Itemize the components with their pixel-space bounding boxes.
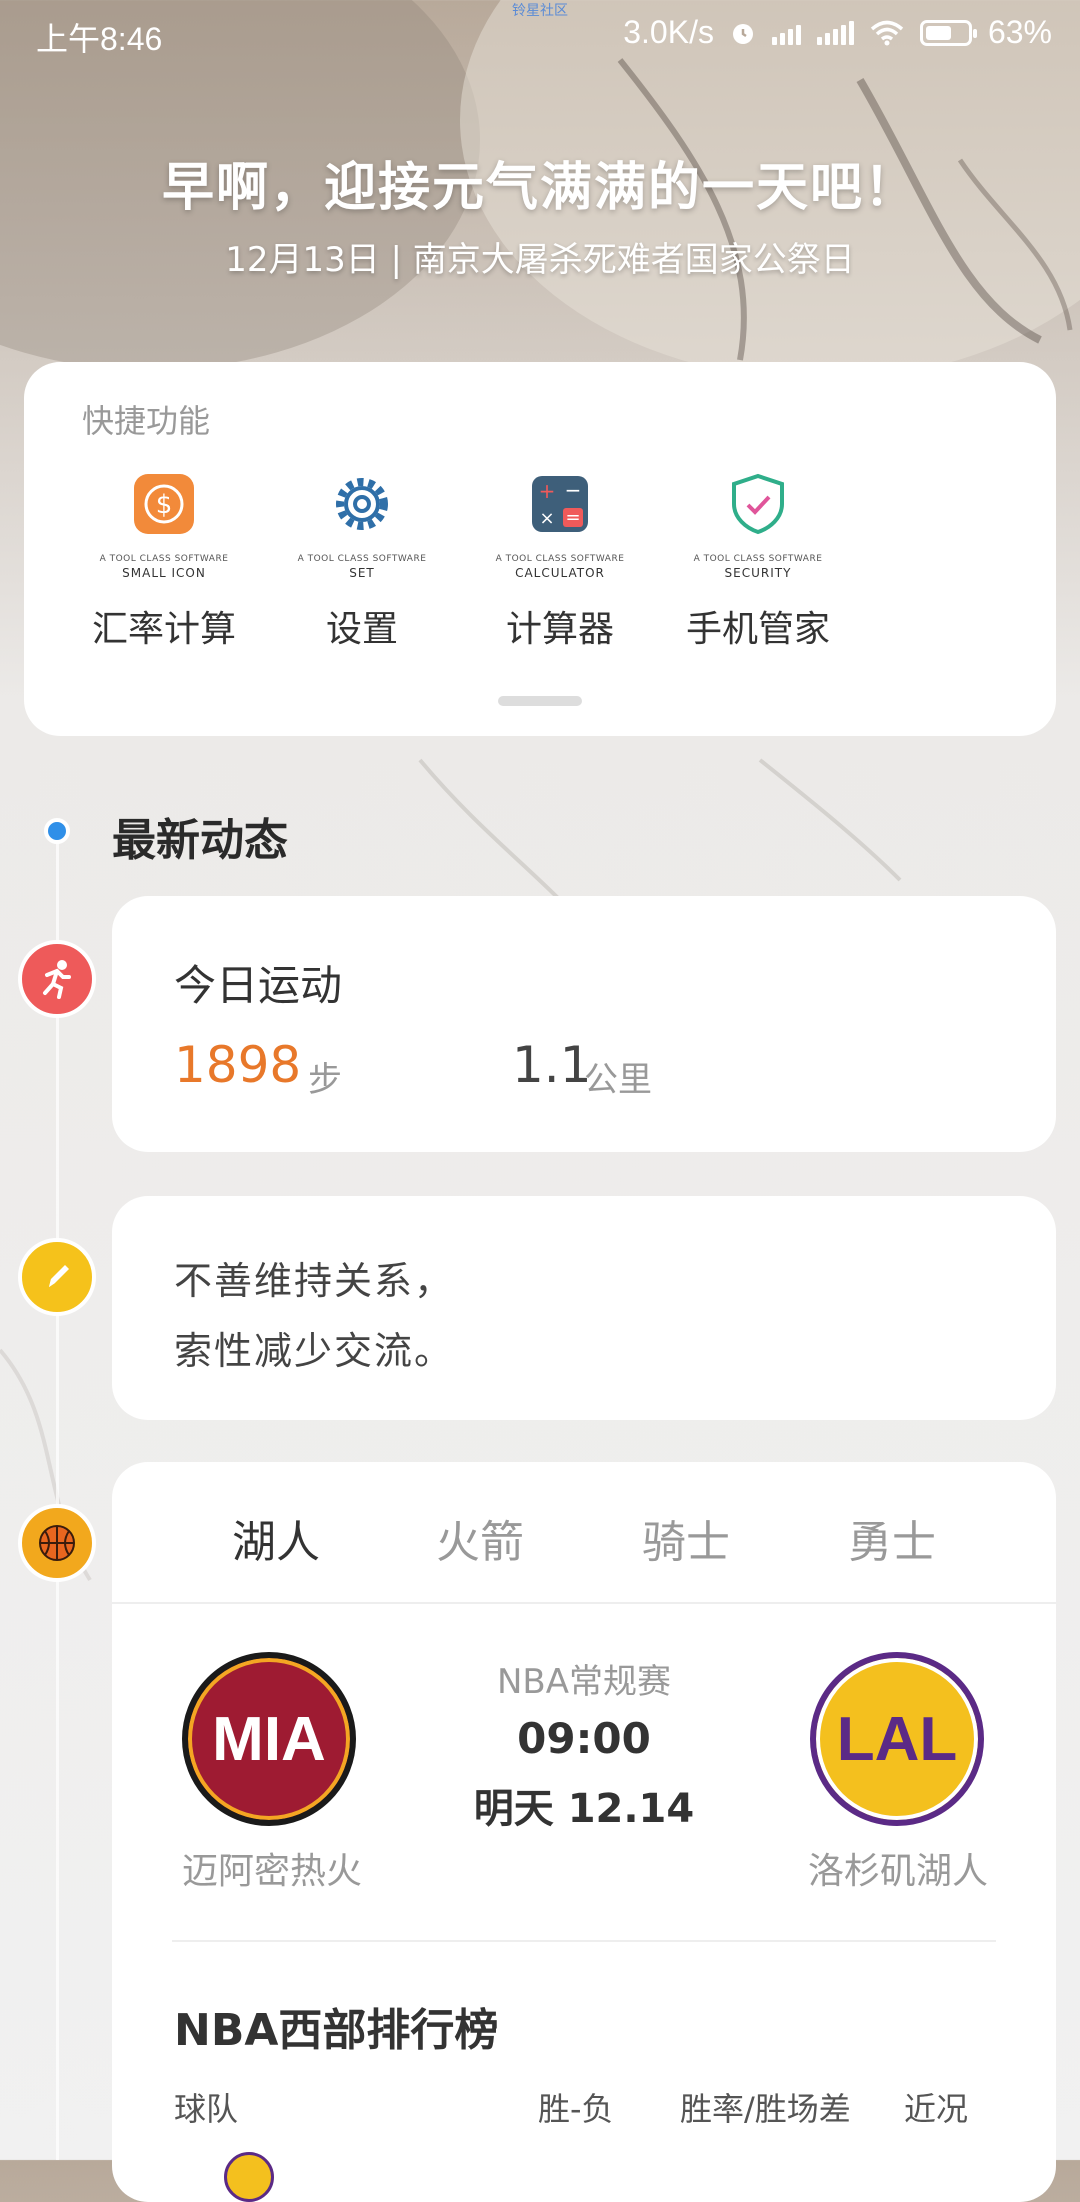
match-date: 明天 12.14 — [473, 1786, 695, 1832]
quick-item-label: 计算器 — [505, 609, 614, 650]
battery-icon — [919, 19, 977, 46]
divider — [172, 1940, 996, 1942]
nba-card: 湖人 火箭 骑士 勇士 MIA 迈阿密热火 NBA常规赛 09:00 明天 12… — [112, 1462, 1056, 2202]
distance-unit: 公里 — [584, 1060, 652, 1100]
team-logo-lal[interactable]: LAL — [810, 1652, 984, 1826]
quick-item-caption-top: A TOOL CLASS SOFTWARE — [297, 554, 427, 564]
distance-value: 1.1 — [512, 1036, 592, 1094]
quick-functions-title: 快捷功能 — [82, 402, 211, 440]
quick-item-settings[interactable]: A TOOL CLASS SOFTWARE SET 设置 — [262, 472, 462, 652]
gear-icon — [330, 472, 394, 536]
basketball-icon — [18, 1504, 96, 1582]
dollar-coin-icon: $ — [132, 472, 196, 536]
quick-item-caption-bottom: SECURITY — [724, 566, 792, 580]
svg-text:−: − — [565, 478, 582, 502]
team-tabs: 湖人 火箭 骑士 勇士 — [112, 1462, 1056, 1604]
quote-line-1: 不善维持关系， — [174, 1259, 455, 1303]
tab-rockets[interactable]: 火箭 — [380, 1506, 580, 1570]
quick-item-calculator[interactable]: + − × = A TOOL CLASS SOFTWARE CALCULATOR… — [460, 472, 660, 652]
alarm-icon — [732, 23, 753, 44]
quick-item-caption-bottom: CALCULATOR — [515, 566, 605, 580]
match-type: NBA常规赛 — [496, 1662, 672, 1702]
svg-text:$: $ — [156, 490, 173, 520]
news-title: 最新动态 — [112, 815, 288, 866]
quick-item-phone-manager[interactable]: A TOOL CLASS SOFTWARE SECURITY 手机管家 — [658, 472, 858, 652]
tab-warriors[interactable]: 勇士 — [792, 1506, 992, 1570]
ranking-header-team: 球队 — [174, 2090, 239, 2128]
timeline-dot — [44, 818, 70, 844]
quick-item-caption-top: A TOOL CLASS SOFTWARE — [495, 554, 625, 564]
tab-lakers[interactable]: 湖人 — [176, 1506, 376, 1570]
ranking-header-wl: 胜-负 — [538, 2090, 614, 2128]
quick-item-label: 设置 — [325, 609, 398, 650]
team-name-away: 洛杉矶湖人 — [807, 1851, 988, 1892]
svg-text:+: + — [539, 479, 556, 503]
sport-card[interactable]: 今日运动 1898 步 1.1 公里 — [112, 896, 1056, 1152]
match-time: 09:00 — [517, 1714, 651, 1763]
wifi-icon — [870, 20, 904, 45]
quick-item-caption-top: A TOOL CLASS SOFTWARE — [99, 554, 229, 564]
date-line: 12月13日 | 南京大屠杀死难者国家公祭日 — [225, 240, 855, 280]
calculator-icon: + − × = — [528, 472, 592, 536]
steps-value: 1898 — [174, 1036, 302, 1094]
quick-functions-card: 快捷功能 $ A TOOL CLASS SOFTWARE SMALL ICON … — [24, 362, 1056, 736]
expand-handle[interactable] — [498, 696, 582, 706]
quote-line-2: 索性减少交流。 — [174, 1329, 455, 1373]
shield-check-icon — [726, 472, 790, 536]
quick-item-caption-top: A TOOL CLASS SOFTWARE — [693, 554, 823, 564]
signal-icon-1 — [771, 21, 801, 45]
tab-cavaliers[interactable]: 骑士 — [586, 1506, 786, 1570]
quick-item-label: 手机管家 — [685, 609, 830, 650]
quick-item-caption-bottom: SMALL ICON — [122, 566, 206, 580]
running-icon — [18, 940, 96, 1018]
ranking-header-pct: 胜率/胜场差 — [680, 2090, 851, 2128]
sport-title: 今日运动 — [174, 961, 343, 1010]
greeting: 早啊，迎接元气满满的一天吧！ — [161, 158, 918, 218]
status-bar: 上午8:46 铃星社区 3.0K/s 63% — [0, 0, 1080, 70]
timeline-line — [56, 832, 59, 2160]
team-logo-mia[interactable]: MIA — [182, 1652, 356, 1826]
quick-item-label: 汇率计算 — [91, 609, 236, 650]
steps-unit: 步 — [308, 1060, 342, 1100]
svg-text:=: = — [565, 507, 580, 528]
quick-item-caption-bottom: SET — [349, 566, 375, 580]
quote-card[interactable]: 不善维持关系， 索性减少交流。 — [112, 1196, 1056, 1420]
svg-text:×: × — [539, 508, 554, 529]
battery-percent: 63% — [987, 14, 1052, 50]
net-speed: 3.0K/s — [623, 14, 714, 50]
signal-icon-2 — [816, 20, 854, 45]
ranking-header-recent: 近况 — [904, 2090, 969, 2128]
ranking-title: NBA西部排行榜 — [174, 2005, 499, 2056]
status-tiny-text: 铃星社区 — [512, 3, 568, 19]
pencil-icon — [18, 1238, 96, 1316]
team-name-home: 迈阿密热火 — [181, 1851, 362, 1892]
status-time: 上午8:46 — [36, 21, 163, 57]
quick-item-exchange[interactable]: $ A TOOL CLASS SOFTWARE SMALL ICON 汇率计算 — [64, 472, 264, 652]
